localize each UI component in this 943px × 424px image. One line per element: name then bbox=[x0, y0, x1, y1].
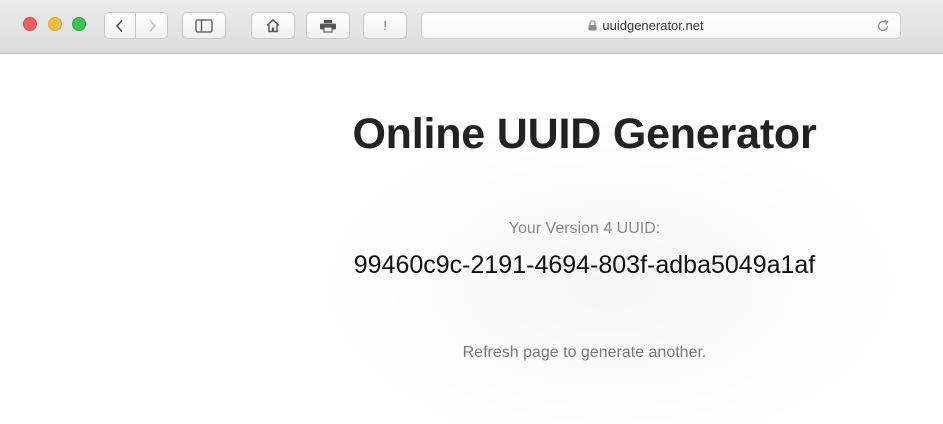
home-button[interactable] bbox=[251, 12, 295, 39]
home-icon bbox=[265, 18, 281, 33]
url-display[interactable]: uuidgenerator.net bbox=[422, 13, 870, 38]
close-icon[interactable] bbox=[23, 17, 37, 31]
url-text: uuidgenerator.net bbox=[602, 18, 704, 33]
reload-icon[interactable] bbox=[875, 18, 891, 34]
forward-button[interactable] bbox=[136, 12, 168, 39]
alert-button[interactable]: ! bbox=[363, 12, 407, 39]
refresh-note: Refresh page to generate another. bbox=[462, 344, 707, 361]
chevron-right-icon bbox=[147, 19, 157, 33]
browser-toolbar: ! uuidgenerator.net bbox=[0, 0, 943, 54]
address-bar[interactable]: uuidgenerator.net bbox=[421, 12, 901, 39]
printer-icon bbox=[319, 19, 337, 33]
alert-label: ! bbox=[383, 18, 387, 33]
sidebar-toggle-button[interactable] bbox=[182, 12, 226, 39]
uuid-value: 99460c9c-2191-4694-803f-adba5049a1af bbox=[353, 251, 816, 279]
chevron-left-icon bbox=[115, 19, 125, 33]
browser-window: ! uuidgenerator.net Online UUID Generato… bbox=[0, 0, 943, 424]
back-button[interactable] bbox=[104, 12, 136, 39]
minimize-icon[interactable] bbox=[48, 17, 62, 31]
zoom-icon[interactable] bbox=[72, 17, 86, 31]
page-title: Online UUID Generator bbox=[352, 110, 817, 158]
uuid-label: Your Version 4 UUID: bbox=[508, 220, 661, 237]
page-content: Online UUID Generator Your Version 4 UUI… bbox=[0, 55, 943, 424]
lock-icon bbox=[588, 20, 597, 31]
print-button[interactable] bbox=[306, 12, 350, 39]
sidebar-icon bbox=[195, 18, 213, 33]
